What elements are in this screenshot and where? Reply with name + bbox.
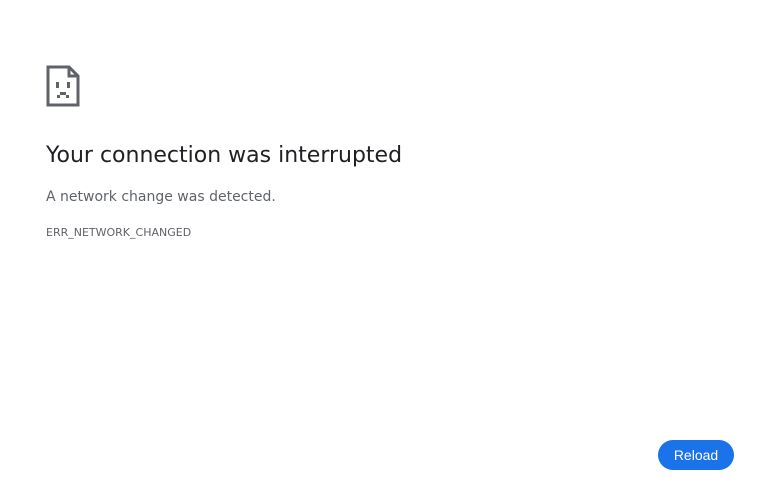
sad-page-icon <box>46 65 80 107</box>
network-error-page: Your connection was interrupted A networ… <box>0 0 780 493</box>
page-title: Your connection was interrupted <box>46 143 403 168</box>
error-description: A network change was detected. <box>46 189 276 205</box>
reload-button[interactable]: Reload <box>658 440 734 470</box>
error-code: ERR_NETWORK_CHANGED <box>46 226 192 239</box>
